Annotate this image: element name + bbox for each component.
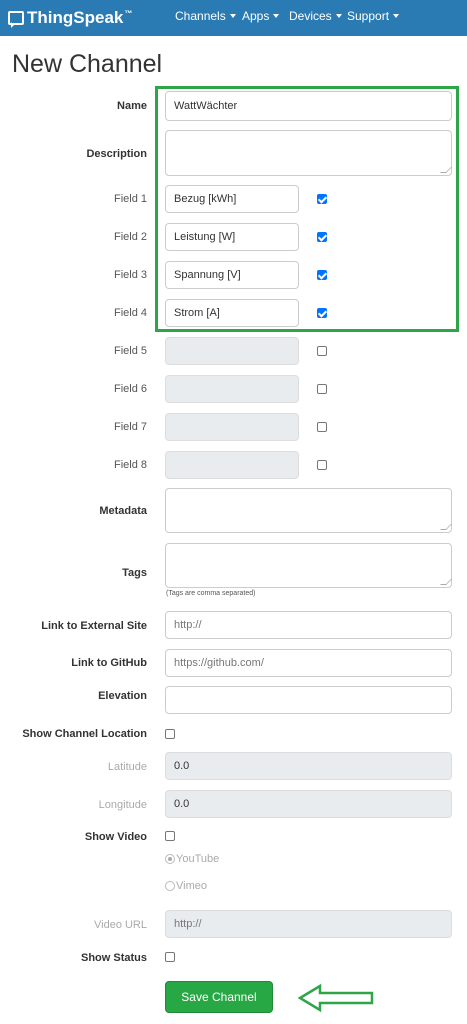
longitude-label: Longitude (98, 799, 147, 811)
field4-label: Field 4 (113, 307, 147, 319)
chevron-down-icon (273, 14, 280, 18)
nav-apps[interactable]: Apps (242, 9, 280, 23)
field1-label: Field 1 (113, 193, 147, 205)
field7-checkbox[interactable] (317, 422, 327, 432)
nav-apps-label: Apps (242, 9, 270, 23)
field5-input[interactable] (165, 337, 299, 365)
video-url-input[interactable]: http:// (165, 910, 452, 938)
description-label: Description (86, 148, 147, 160)
thingspeak-logo[interactable]: ThingSpeak ™ (8, 6, 132, 30)
navbar: ThingSpeak ™ Channels Apps Devices Suppor… (0, 0, 467, 36)
video-url-label: Video URL (94, 919, 147, 931)
field6-label: Field 6 (113, 383, 147, 395)
youtube-label: YouTube (176, 853, 220, 865)
github-input[interactable]: https://github.com/ (165, 649, 452, 677)
metadata-textarea[interactable] (165, 488, 452, 533)
field8-input[interactable] (165, 451, 299, 479)
vimeo-label: Vimeo (176, 880, 207, 892)
github-label: Link to GitHub (71, 657, 147, 669)
chevron-down-icon (335, 14, 342, 18)
field6-input[interactable] (165, 375, 299, 403)
speech-bubble-icon (8, 11, 24, 28)
field5-checkbox[interactable] (317, 346, 327, 356)
metadata-label: Metadata (99, 505, 147, 517)
brand-trademark: ™ (124, 8, 133, 18)
nav-channels[interactable]: Channels (175, 9, 236, 23)
field5-label: Field 5 (113, 345, 147, 357)
show-status-label: Show Status (80, 952, 147, 964)
brand-name: ThingSpeak (27, 8, 124, 27)
chevron-down-icon (229, 14, 236, 18)
left-arrow-icon (298, 983, 374, 1013)
show-video-checkbox[interactable] (165, 831, 175, 841)
show-location-label: Show Channel Location (22, 728, 147, 740)
name-label: Name (117, 100, 147, 112)
elevation-label: Elevation (98, 690, 147, 702)
latitude-label: Latitude (107, 761, 147, 773)
nav-support[interactable]: Support (347, 9, 400, 23)
external-site-input[interactable]: http:// (165, 611, 452, 639)
field6-checkbox[interactable] (317, 384, 327, 394)
nav-devices-label: Devices (289, 9, 332, 23)
page-title: New Channel (12, 50, 163, 78)
show-location-checkbox[interactable] (165, 729, 175, 739)
field8-checkbox[interactable] (317, 460, 327, 470)
show-video-label: Show Video (84, 831, 147, 843)
show-status-checkbox[interactable] (165, 952, 175, 962)
nav-devices[interactable]: Devices (289, 9, 342, 23)
fields-highlight-box (155, 86, 459, 332)
tags-textarea[interactable] (165, 543, 452, 588)
external-site-label: Link to External Site (41, 620, 147, 632)
elevation-input[interactable] (165, 686, 452, 714)
tags-label: Tags (122, 567, 147, 579)
field8-label: Field 8 (113, 459, 147, 471)
field7-input[interactable] (165, 413, 299, 441)
youtube-radio[interactable] (165, 854, 175, 864)
field2-label: Field 2 (113, 231, 147, 243)
tags-hint: (Tags are comma separated) (166, 590, 256, 597)
latitude-input[interactable]: 0.0 (165, 752, 452, 780)
field3-label: Field 3 (113, 269, 147, 281)
vimeo-radio[interactable] (165, 881, 175, 891)
longitude-input[interactable]: 0.0 (165, 790, 452, 818)
field7-label: Field 7 (113, 421, 147, 433)
nav-support-label: Support (347, 9, 390, 23)
nav-channels-label: Channels (175, 9, 226, 23)
chevron-down-icon (393, 14, 400, 18)
save-channel-button[interactable]: Save Channel (165, 981, 273, 1013)
